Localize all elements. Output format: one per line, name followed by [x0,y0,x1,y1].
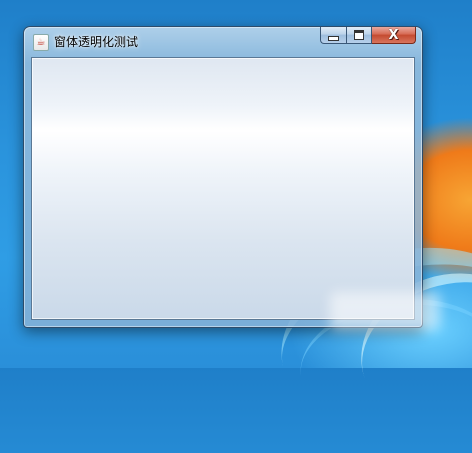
window-title: 窗体透明化测试 [54,35,139,49]
maximize-icon [354,30,364,40]
watermark-blur [330,292,440,330]
java-cup-icon[interactable]: ☕ [33,34,49,51]
window-controls: X [320,27,416,45]
title-bar[interactable]: ☕ 窗体透明化测试 X [24,27,422,55]
minimize-icon [328,35,339,41]
maximize-button[interactable] [346,27,372,44]
app-window[interactable]: ☕ 窗体透明化测试 X [23,26,423,328]
client-area[interactable] [31,57,415,320]
close-icon: X [388,27,399,43]
minimize-button[interactable] [320,27,346,44]
close-button[interactable]: X [372,27,416,44]
